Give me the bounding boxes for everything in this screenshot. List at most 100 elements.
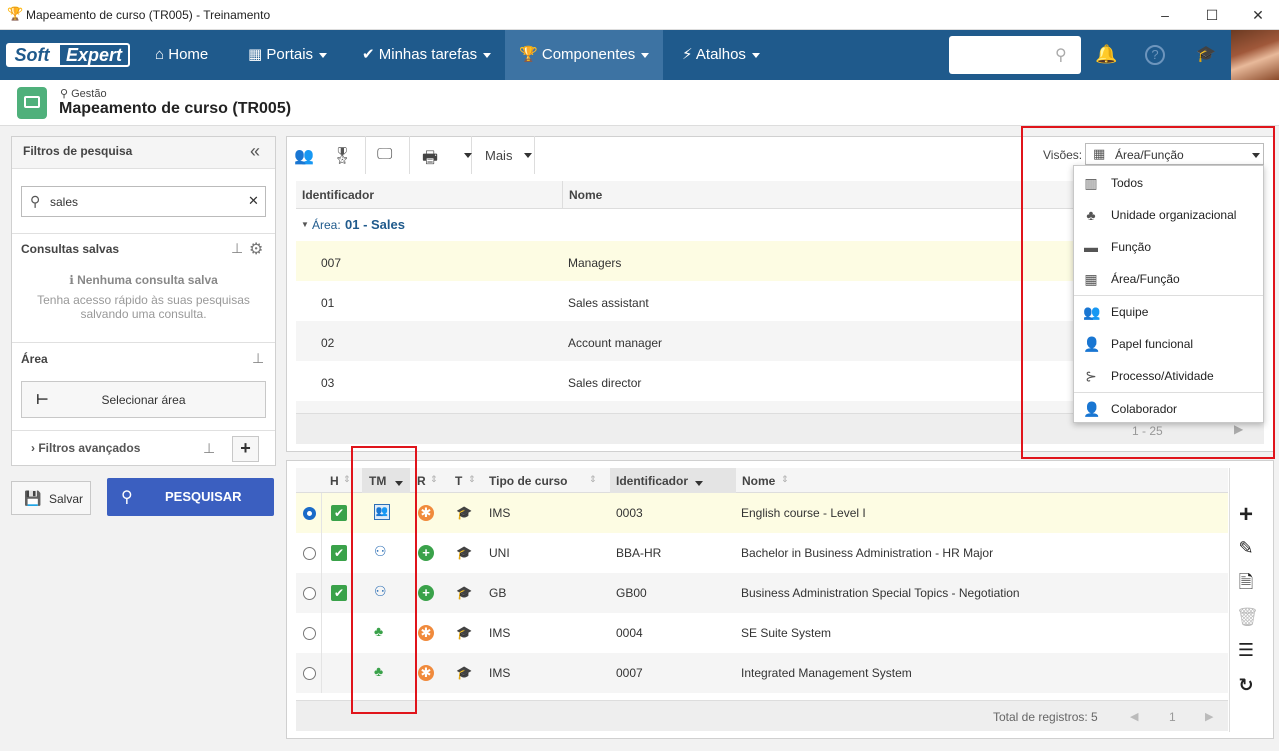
search-icon: ⚲ (30, 193, 41, 209)
gear-icon[interactable]: ⚙ (249, 239, 263, 259)
check-icon: ✔ (331, 545, 347, 561)
clean-icon[interactable]: ⊥ (203, 440, 215, 457)
refresh-icon[interactable]: ↻ (1236, 675, 1256, 695)
collapse-icon[interactable]: « (250, 141, 260, 162)
sort-icon[interactable]: ⇕ (589, 474, 597, 485)
search-input-value: sales (50, 195, 79, 209)
highlight-box-views (1021, 126, 1275, 459)
more-button[interactable]: Mais (472, 136, 535, 174)
clean-icon[interactable]: ⊥ (231, 240, 243, 257)
home-icon: ⌂ (155, 46, 165, 63)
nav-atalhos[interactable]: ⚡ Atalhos (668, 30, 774, 80)
sort-icon[interactable]: ⇕ (343, 474, 351, 485)
col-r[interactable]: R (417, 474, 426, 488)
minimize-button[interactable]: – (1150, 4, 1180, 26)
search-icon: ⚲ (121, 489, 133, 506)
row-radio-selected[interactable] (303, 507, 316, 520)
list-icon[interactable]: ☰ (1236, 640, 1256, 660)
table-row[interactable]: ✔ 👥 ✱ 🎓 IMS 0003 English course - Level … (296, 493, 1228, 533)
award-icon[interactable]: 🎖 (332, 146, 352, 166)
graduation-cap-icon[interactable]: 🎓 (1195, 44, 1217, 64)
asterisk-icon: ✱ (418, 505, 434, 521)
help-icon[interactable]: ? (1145, 45, 1165, 65)
document-info-icon[interactable]: 🗎 (1236, 572, 1256, 592)
chevron-down-icon (319, 52, 328, 58)
col-h[interactable]: H (330, 474, 339, 488)
chevron-down-icon (524, 153, 532, 158)
col-tipo-de-curso[interactable]: Tipo de curso (489, 474, 567, 488)
avatar[interactable] (1231, 30, 1279, 80)
chevron-down-icon (751, 52, 760, 58)
chevron-down-icon (464, 153, 472, 158)
nav-minhas-tarefas[interactable]: ✔ Minhas tarefas (348, 30, 505, 80)
divider (321, 493, 322, 693)
advanced-filters-toggle[interactable]: › Filtros avançados (31, 441, 140, 455)
plus-icon: + (418, 545, 434, 561)
col-t[interactable]: T (455, 474, 462, 488)
select-area-button[interactable]: ⊢ Selecionar área (21, 381, 266, 418)
divider (12, 430, 275, 431)
col-nome[interactable]: Nome (569, 188, 602, 202)
grid-icon: ▦ (248, 46, 263, 63)
clean-icon[interactable]: ⊥ (252, 350, 264, 367)
table-row[interactable]: ♣ ✱ 🎓 IMS 0004 SE Suite System (296, 613, 1228, 653)
check-icon: ✔ (331, 585, 347, 601)
next-page-icon[interactable]: ▶ (1205, 710, 1213, 723)
search-button[interactable]: ⚲ PESQUISAR (107, 478, 274, 516)
expand-icon: ▼ (301, 220, 309, 229)
col-nome[interactable]: Nome (742, 474, 775, 488)
no-saved-queries: ℹ Nenhuma consulta salva (69, 273, 218, 287)
team-icon[interactable]: 👥 (294, 146, 314, 166)
sort-icon[interactable]: ⇕ (781, 474, 789, 485)
close-button[interactable]: ✕ (1243, 4, 1273, 26)
save-button[interactable]: 💾 Salvar (11, 481, 91, 515)
check-icon: ✔ (331, 505, 347, 521)
row-radio[interactable] (303, 547, 316, 560)
add-icon[interactable]: + (1236, 503, 1256, 527)
table-row[interactable]: ♣ ✱ 🎓 IMS 0007 Integrated Management Sys… (296, 653, 1228, 693)
courses-pager: Total de registros: 5 ◀ 1 ▶ (296, 700, 1228, 731)
nav-componentes[interactable]: 🏆 Componentes (505, 30, 663, 80)
divider (12, 342, 275, 343)
nav-portais[interactable]: ▦ Portais (234, 30, 341, 80)
nav-home[interactable]: ⌂ Home (141, 30, 222, 80)
graduation-cap-icon: 🎓 (456, 545, 473, 560)
floppy-icon: 💾 (24, 490, 42, 506)
nav-search-input[interactable]: ⚲ (949, 36, 1081, 74)
add-filter-button[interactable]: + (232, 436, 259, 462)
table-row[interactable]: ✔ ⚇ + 🎓 UNI BBA-HR Bachelor in Business … (296, 533, 1228, 573)
search-input[interactable]: ⚲ sales ✕ (21, 186, 266, 217)
graduation-cap-icon: 🎓 (456, 505, 473, 520)
pencil-icon[interactable]: ✎ (1236, 538, 1256, 558)
sort-icon[interactable]: ⇕ (468, 474, 476, 485)
toolbar-group: 🖵 (366, 136, 410, 174)
sort-desc-icon[interactable] (695, 481, 703, 486)
window-title: Mapeamento de curso (TR005) - Treinament… (26, 8, 271, 22)
chevron-down-icon (641, 52, 650, 58)
row-radio[interactable] (303, 627, 316, 640)
no-saved-hint-1: Tenha acesso rápido às suas pesquisas (37, 293, 250, 307)
area-title: Área (21, 352, 48, 366)
col-identificador[interactable]: Identificador (302, 188, 374, 202)
sort-icon[interactable]: ⇕ (430, 474, 438, 485)
col-identificador[interactable]: Identificador (616, 474, 688, 488)
row-radio[interactable] (303, 587, 316, 600)
trash-icon[interactable]: 🗑 (1236, 607, 1259, 627)
row-radio[interactable] (303, 667, 316, 680)
maximize-button[interactable]: ☐ (1197, 4, 1227, 26)
view-icon[interactable]: 🖵 (377, 146, 392, 164)
no-saved-hint-2: salvando uma consulta. (80, 307, 207, 321)
plus-icon: + (418, 585, 434, 601)
prev-page-icon[interactable]: ◀ (1130, 710, 1138, 723)
check-icon: ✔ (362, 46, 375, 63)
softexpert-logo[interactable]: Soft Expert (6, 43, 130, 67)
printer-icon: 🖶 (422, 148, 439, 167)
breadcrumb[interactable]: ⚲ Gestão (60, 87, 107, 100)
toolbar-group: 👥 🎖 (286, 136, 366, 174)
bell-icon[interactable]: 🔔 (1095, 44, 1117, 65)
clear-icon[interactable]: ✕ (248, 193, 259, 209)
highlight-box-tm-column (351, 446, 417, 714)
table-row[interactable]: ✔ ⚇ + 🎓 GB GB00 Business Administration … (296, 573, 1228, 613)
chevron-down-icon (483, 52, 492, 58)
print-button[interactable]: 🖶 (410, 136, 472, 174)
